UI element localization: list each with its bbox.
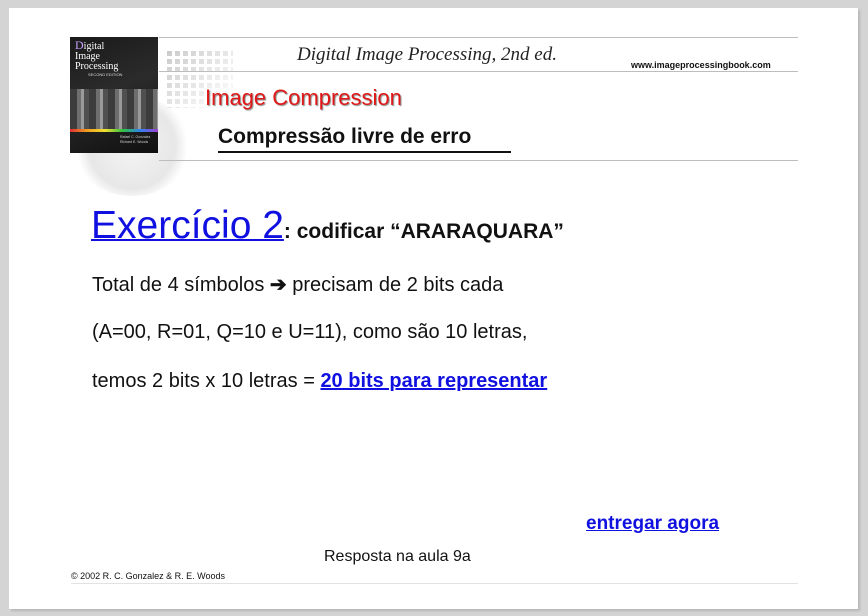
answer-note: Resposta na aula 9a bbox=[324, 548, 471, 565]
subtopic-underline bbox=[218, 151, 511, 153]
header-middle-rule bbox=[159, 71, 798, 72]
header-top-rule bbox=[159, 37, 798, 38]
header-bottom-rule bbox=[159, 160, 798, 161]
cover-title-initial: D bbox=[75, 38, 84, 52]
body-line-3: temos 2 bits x 10 letras = 20 bits para … bbox=[92, 370, 547, 393]
footer-rule bbox=[71, 583, 798, 584]
body-line-1-end: precisam de 2 bits cada bbox=[286, 274, 504, 296]
right-arrow-icon: ➔ bbox=[269, 274, 287, 296]
body-line-2: (A=00, R=01, Q=10 e U=11), como são 10 l… bbox=[92, 321, 528, 343]
slide: Digital Image Processing SECOND EDITION … bbox=[9, 8, 858, 609]
cover-color-band bbox=[70, 129, 158, 132]
cover-author-2: Richard E. Woods bbox=[120, 140, 149, 144]
topic-heading: Image Compression bbox=[205, 85, 402, 110]
subtopic-heading: Compressão livre de erro bbox=[218, 125, 472, 148]
copyright-notice: © 2002 R. C. Gonzalez & R. E. Woods bbox=[71, 571, 226, 581]
cover-title-line3: Processing bbox=[75, 61, 119, 72]
body-line-1-start: Total de 4 símbolos bbox=[92, 274, 270, 296]
answer-link[interactable]: 20 bits para representar bbox=[320, 370, 547, 392]
exercise-title-link[interactable]: Exercício 2 bbox=[91, 204, 284, 247]
exercise-heading: Exercício 2: codificar “ARARAQUARA” bbox=[91, 204, 564, 248]
website-url: www.imageprocessingbook.com bbox=[631, 60, 771, 70]
book-cover-image: Digital Image Processing SECOND EDITION … bbox=[70, 37, 158, 153]
cover-edition: SECOND EDITION bbox=[88, 72, 123, 77]
cover-authors: Rafael C. Gonzalez Richard E. Woods bbox=[120, 135, 156, 145]
book-title: Digital Image Processing, 2nd ed. bbox=[297, 44, 557, 65]
submit-now-link[interactable]: entregar agora bbox=[586, 513, 719, 535]
cover-image-strip bbox=[70, 89, 158, 129]
body-line-1: Total de 4 símbolos ➔ precisam de 2 bits… bbox=[92, 272, 503, 297]
cover-title: Digital Image Processing bbox=[75, 38, 155, 72]
exercise-description: : codificar “ARARAQUARA” bbox=[283, 220, 564, 243]
body-line-3-start: temos 2 bits x 10 letras = bbox=[92, 370, 321, 392]
